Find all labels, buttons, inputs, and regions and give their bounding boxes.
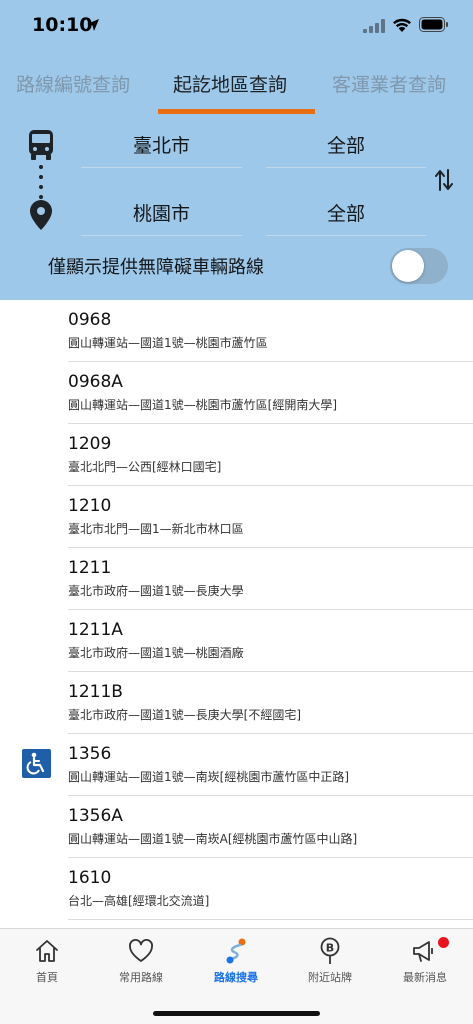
route-row[interactable]: 0968A 圓山轉運站—國道1號—桃園市蘆竹區[經開南大學]	[0, 362, 473, 424]
svg-text:B: B	[326, 942, 334, 955]
toggle-knob	[392, 250, 424, 282]
route-number: 1356	[68, 744, 112, 764]
route-row[interactable]: 0968 圓山轉運站—國道1號—桃園市蘆竹區	[0, 300, 473, 362]
route-description: 圓山轉運站—國道1號—桃園市蘆竹區[經開南大學]	[68, 398, 337, 412]
nav-label: 常用路線	[119, 971, 163, 984]
nav-news[interactable]: 最新消息	[378, 929, 472, 999]
tab-origin-destination[interactable]: 起訖地區查詢	[173, 70, 287, 97]
route-description: 圓山轉運站—國道1號—南崁[經桃園市蘆竹區中正路]	[68, 770, 349, 784]
destination-district-select[interactable]: 全部	[266, 194, 426, 236]
origin-city-select[interactable]: 臺北市	[81, 126, 242, 168]
route-row[interactable]: 1610 台北—高雄[經環北交流道]	[0, 858, 473, 920]
route-description: 臺北北門—公西[經林口國宅]	[68, 460, 222, 474]
nav-favorites[interactable]: 常用路線	[94, 929, 188, 999]
accessible-only-toggle[interactable]	[390, 248, 448, 284]
location-arrow-icon	[87, 19, 99, 31]
route-number: 1209	[68, 434, 112, 454]
route-row[interactable]: 1210 臺北市北門—國1—新北市林口區	[0, 486, 473, 548]
route-row[interactable]: 1356 圓山轉運站—國道1號—南崁[經桃園市蘆竹區中正路]	[0, 734, 473, 796]
tab-operator[interactable]: 客運業者查詢	[332, 70, 446, 97]
accessible-only-label: 僅顯示提供無障礙車輛路線	[48, 257, 264, 278]
status-bar: 10:10	[0, 0, 473, 54]
nav-label: 最新消息	[403, 971, 447, 984]
swap-arrows-icon[interactable]	[434, 168, 454, 192]
route-description: 臺北市政府—國道1號—長庚大學	[68, 584, 244, 598]
bus-icon	[29, 130, 53, 160]
search-mode-tabs: 路線編號查詢 起訖地區查詢 客運業者查詢	[0, 60, 473, 116]
route-description: 圓山轉運站—國道1號—南崁A[經桃園市蘆竹區中山路]	[68, 832, 358, 846]
route-number: 1610	[68, 868, 112, 888]
nav-nearby-stops[interactable]: B 附近站牌	[283, 929, 377, 999]
notification-badge	[438, 937, 449, 948]
wifi-icon	[393, 18, 411, 32]
route-row[interactable]: 1356A 圓山轉運站—國道1號—南崁A[經桃園市蘆竹區中山路]	[0, 796, 473, 858]
route-connector-dots	[39, 165, 43, 199]
header-panel: 10:10 路線編號查詢 起訖地區查詢 客運業者查詢 臺北市 全部 桃園市 全部…	[0, 0, 473, 300]
megaphone-icon	[413, 941, 433, 962]
location-pin-icon	[30, 200, 52, 230]
nav-label: 路線搜尋	[214, 971, 258, 984]
home-icon	[36, 940, 58, 962]
route-description: 臺北市政府—國道1號—桃園酒廠	[68, 646, 244, 660]
nav-route-search[interactable]: 路線搜尋	[189, 929, 283, 999]
battery-icon	[419, 17, 448, 32]
heart-icon	[129, 939, 153, 962]
route-number: 0968A	[68, 372, 123, 392]
origin-district-select[interactable]: 全部	[266, 126, 426, 168]
route-number: 1356A	[68, 806, 123, 826]
destination-city-select[interactable]: 桃園市	[81, 194, 242, 236]
route-number: 0968	[68, 310, 112, 330]
bus-stop-icon: B	[320, 937, 340, 964]
cellular-signal-icon	[363, 19, 385, 33]
route-description: 圓山轉運站—國道1號—桃園市蘆竹區	[68, 336, 268, 350]
nav-home[interactable]: 首頁	[0, 929, 94, 999]
route-number: 1210	[68, 496, 112, 516]
route-list: 0968 圓山轉運站—國道1號—桃園市蘆竹區 0968A 圓山轉運站—國道1號—桃園市…	[0, 300, 473, 928]
route-row[interactable]: 1211B 臺北市政府—國道1號—長庚大學[不經國宅]	[0, 672, 473, 734]
route-description: 台北—高雄[經環北交流道]	[68, 894, 210, 908]
route-row[interactable]: 1211A 臺北市政府—國道1號—桃園酒廠	[0, 610, 473, 672]
tab-route-number[interactable]: 路線編號查詢	[16, 70, 130, 97]
nav-label: 附近站牌	[308, 971, 352, 984]
route-row[interactable]: 1209 臺北北門—公西[經林口國宅]	[0, 424, 473, 486]
home-indicator	[153, 1011, 320, 1016]
route-number: 1211A	[68, 620, 123, 640]
route-row[interactable]: 1211 臺北市政府—國道1號—長庚大學	[0, 548, 473, 610]
route-description: 臺北市北門—國1—新北市林口區	[68, 522, 244, 536]
route-description: 臺北市政府—國道1號—長庚大學[不經國宅]	[68, 708, 301, 722]
wheelchair-accessible-icon	[22, 749, 51, 778]
status-time: 10:10	[32, 14, 93, 36]
row-divider	[68, 919, 473, 920]
nav-label: 首頁	[36, 971, 58, 984]
bottom-nav: 首頁 常用路線 路線搜尋 B 附近站牌 最新消息	[0, 928, 473, 1024]
region-filter: 臺北市 全部 桃園市 全部 僅顯示提供無障礙車輛路線	[0, 116, 473, 300]
route-number: 1211	[68, 558, 112, 578]
route-search-icon	[226, 938, 246, 964]
active-tab-indicator	[158, 109, 315, 114]
route-number: 1211B	[68, 682, 123, 702]
